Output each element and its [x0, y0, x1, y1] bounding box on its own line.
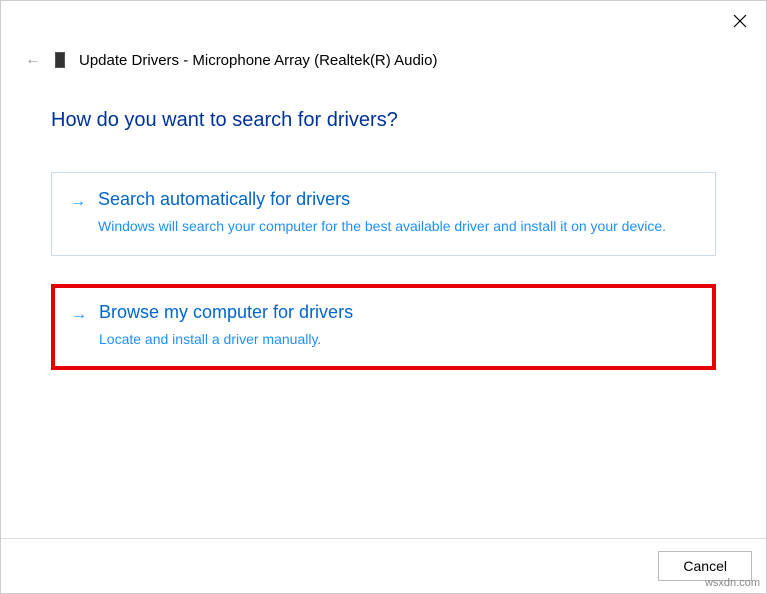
device-icon: [55, 52, 65, 68]
option-search-automatically[interactable]: → Search automatically for drivers Windo…: [51, 172, 716, 256]
arrow-right-icon: →: [70, 193, 86, 211]
window-header: ← Update Drivers - Microphone Array (Rea…: [1, 1, 766, 69]
back-button[interactable]: ←: [25, 51, 41, 69]
option-text: Search automatically for drivers Windows…: [98, 189, 697, 237]
close-button[interactable]: [732, 13, 748, 29]
watermark: wsxdn.com: [705, 577, 760, 589]
option-text: Browse my computer for drivers Locate an…: [99, 302, 696, 350]
page-heading: How do you want to search for drivers?: [51, 109, 716, 132]
arrow-right-icon: →: [71, 306, 87, 324]
option-title: Browse my computer for drivers: [99, 302, 696, 323]
close-icon: [733, 14, 747, 28]
content-area: How do you want to search for drivers? →…: [1, 69, 766, 538]
option-title: Search automatically for drivers: [98, 189, 697, 210]
window-title: Update Drivers - Microphone Array (Realt…: [79, 52, 437, 69]
option-description: Locate and install a driver manually.: [99, 329, 696, 350]
option-browse-computer[interactable]: → Browse my computer for drivers Locate …: [51, 284, 716, 370]
option-description: Windows will search your computer for th…: [98, 216, 697, 237]
footer: Cancel: [1, 538, 766, 593]
